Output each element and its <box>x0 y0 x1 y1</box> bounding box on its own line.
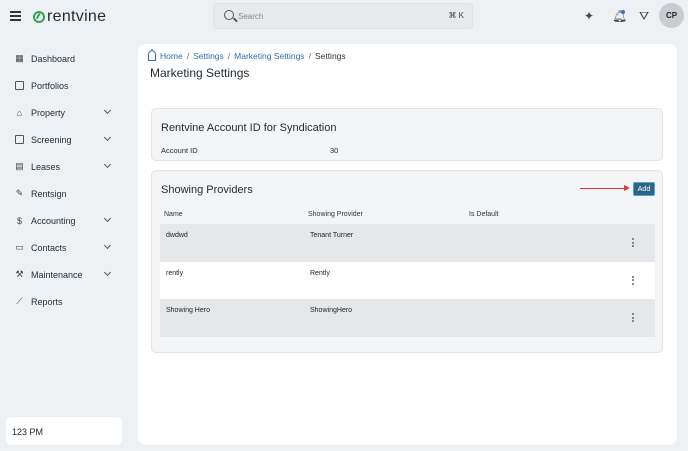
column-header-name: Name <box>164 211 183 218</box>
sidebar-item-contacts[interactable]: ▭ Contacts <box>0 234 130 261</box>
dollar-icon: $ <box>16 215 22 226</box>
avatar[interactable]: CP <box>659 3 684 28</box>
breadcrumb-current: Settings <box>314 51 346 61</box>
sidebar-item-portfolios[interactable]: Portfolios <box>0 72 130 99</box>
row-name: dwdwd <box>166 232 188 239</box>
screening-icon <box>14 134 25 145</box>
breadcrumb-home[interactable]: Home <box>160 51 183 61</box>
annotation-arrow-line <box>580 188 626 190</box>
chart-icon: ⟋ <box>16 296 23 306</box>
account-id-label: Account ID <box>161 146 198 155</box>
logo-text: rentvine <box>47 8 107 25</box>
dashboard-icon: ▦ <box>15 53 24 63</box>
sidebar-item-accounting[interactable]: $ Accounting <box>0 207 130 234</box>
add-provider-button[interactable]: Add <box>633 182 655 196</box>
logo[interactable]: rentvine <box>33 8 106 26</box>
chevron-down-icon <box>103 106 112 115</box>
breadcrumb-separator: / <box>186 51 190 61</box>
row-provider: Rently <box>310 269 330 277</box>
sidebar-item-label: Rentsign <box>31 188 67 199</box>
showing-providers-card: Showing Providers Add Name Showing Provi… <box>151 170 663 353</box>
sidebar-item-label: Reports <box>31 296 63 307</box>
sidebar-item-maintenance[interactable]: ⚒ Maintenance <box>0 261 130 288</box>
sidebar: ▦ Dashboard Portfolios ⌂ Property Screen… <box>0 45 130 315</box>
sidebar-item-label: Maintenance <box>31 269 83 280</box>
providers-table: dwdwd Tenant Turner rently Rently Showin… <box>160 224 655 337</box>
sidebar-item-dashboard[interactable]: ▦ Dashboard <box>0 45 130 72</box>
syndication-card: Rentvine Account ID for Syndication Acco… <box>151 108 663 161</box>
chevron-down-icon <box>103 133 112 142</box>
rentvine-logo-icon <box>33 11 45 23</box>
kebab-menu-icon[interactable] <box>631 313 635 324</box>
sidebar-item-property[interactable]: ⌂ Property <box>0 99 130 126</box>
sidebar-item-rentsign[interactable]: ✎ Rentsign <box>0 180 130 207</box>
accessibility-icon[interactable]: ⛛ <box>639 9 649 23</box>
page-title: Marketing Settings <box>150 66 250 80</box>
sidebar-item-label: Portfolios <box>31 80 69 91</box>
annotation-arrow-head <box>624 185 630 191</box>
sidebar-item-label: Contacts <box>31 242 67 253</box>
wrench-icon: ⚒ <box>15 269 24 279</box>
sidebar-item-label: Leases <box>31 161 61 172</box>
account-id-value: 30 <box>330 146 339 155</box>
table-row[interactable]: Showing Hero ShowingHero <box>160 299 655 337</box>
sidebar-item-leases[interactable]: ▤ Leases <box>0 153 130 180</box>
search-input[interactable] <box>238 7 428 25</box>
row-provider: ShowingHero <box>310 307 353 314</box>
sidebar-item-label: Dashboard <box>31 53 76 64</box>
table-row[interactable]: rently Rently <box>160 261 655 299</box>
property-icon: ⌂ <box>16 107 23 118</box>
kebab-menu-icon[interactable] <box>631 238 635 249</box>
syndication-title: Rentvine Account ID for Syndication <box>161 122 337 134</box>
chevron-down-icon <box>103 241 112 250</box>
sidebar-item-screening[interactable]: Screening <box>0 126 130 153</box>
clock-widget: 123 PM <box>6 417 122 445</box>
sidebar-item-reports[interactable]: ⟋ Reports <box>0 288 130 315</box>
row-provider: Tenant Turner <box>310 232 354 239</box>
leases-icon: ▤ <box>15 161 24 171</box>
search-bar[interactable]: ⌘ K <box>213 3 473 29</box>
rentsign-icon: ✎ <box>15 188 24 198</box>
table-row[interactable]: dwdwd Tenant Turner <box>160 224 655 262</box>
row-name: Showing Hero <box>166 307 210 314</box>
breadcrumb-separator: / <box>308 51 311 61</box>
search-icon <box>224 10 234 20</box>
menu-icon[interactable] <box>10 11 21 21</box>
contacts-icon: ▭ <box>15 242 24 252</box>
kebab-menu-icon[interactable] <box>631 275 635 287</box>
column-header-default: Is Default <box>469 211 499 218</box>
sparkle-icon[interactable]: ✦ <box>584 9 594 23</box>
chevron-down-icon <box>103 160 112 169</box>
row-name: rently <box>166 269 184 277</box>
breadcrumb-settings[interactable]: Settings <box>193 51 224 61</box>
search-shortcut: ⌘ K <box>448 11 464 20</box>
notification-dot <box>621 10 625 14</box>
chevron-down-icon <box>103 268 112 277</box>
breadcrumb-marketing-settings[interactable]: Marketing Settings <box>234 51 304 61</box>
main-panel: Home / Settings / Marketing Settings / S… <box>138 44 677 445</box>
chevron-down-icon <box>103 214 112 223</box>
sidebar-item-label: Property <box>31 107 66 118</box>
showing-providers-title: Showing Providers <box>161 184 253 196</box>
sidebar-item-label: Accounting <box>31 215 76 226</box>
sidebar-item-label: Screening <box>31 134 72 145</box>
column-header-provider: Showing Provider <box>308 211 363 218</box>
portfolios-icon <box>14 80 25 91</box>
breadcrumb: Home / Settings / Marketing Settings / S… <box>148 51 346 61</box>
breadcrumb-separator: / <box>227 51 231 61</box>
home-icon[interactable] <box>148 53 156 61</box>
top-bar: rentvine ⌘ K ✦ 🔔︎ ⛛ CP <box>0 0 688 36</box>
